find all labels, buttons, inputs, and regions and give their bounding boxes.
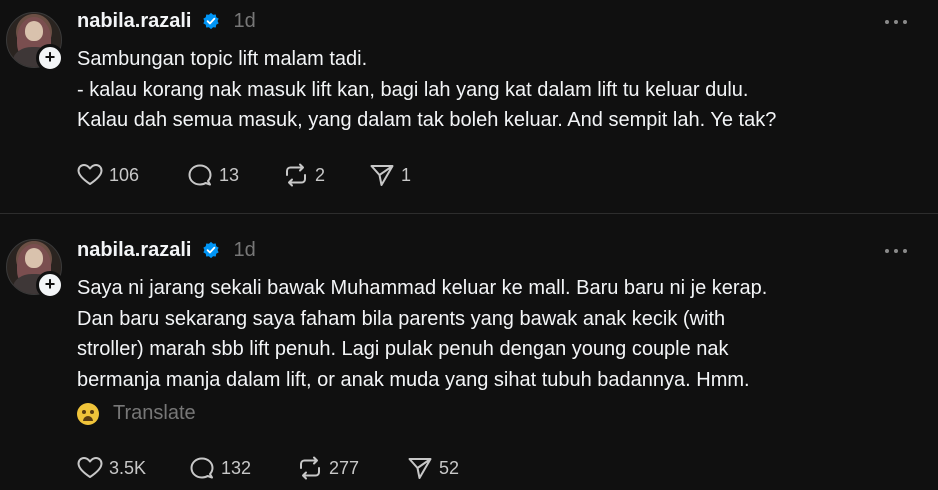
follow-plus-icon[interactable]: + bbox=[36, 44, 64, 72]
repost-icon bbox=[300, 456, 320, 480]
follow-plus-icon[interactable]: + bbox=[36, 271, 64, 299]
share-button[interactable]: 1 bbox=[369, 163, 411, 187]
post-line: Kalau dah semua masuk, yang dalam tak bo… bbox=[77, 109, 777, 131]
avatar-face bbox=[25, 248, 43, 268]
post-line: Saya ni jarang sekali bawak Muhammad kel… bbox=[77, 277, 768, 299]
comment-bubble-icon bbox=[190, 457, 214, 479]
more-options-icon[interactable] bbox=[884, 14, 908, 24]
share-send-icon bbox=[370, 165, 394, 186]
post-line: bermanja manja dalam lift, or anak muda … bbox=[77, 368, 750, 391]
more-options-icon[interactable] bbox=[884, 243, 908, 253]
post-line: Sambungan topic lift malam tadi. bbox=[77, 48, 368, 70]
comment-button[interactable]: 13 bbox=[187, 163, 283, 187]
like-count: 106 bbox=[109, 164, 140, 185]
comment-count: 132 bbox=[221, 457, 252, 478]
repost-count: 277 bbox=[329, 457, 360, 478]
post-time: 1d bbox=[233, 9, 256, 32]
post-body: Saya ni jarang sekali bawak Muhammad kel… bbox=[77, 273, 917, 395]
repost-icon bbox=[286, 163, 306, 187]
comment-button[interactable]: 132 bbox=[189, 456, 297, 480]
comment-count: 13 bbox=[219, 164, 240, 185]
username[interactable]: nabila.razali bbox=[77, 239, 192, 262]
repost-count: 2 bbox=[315, 164, 326, 185]
translate-link[interactable]: Translate bbox=[113, 402, 196, 425]
post-line: Dan baru sekarang saya faham bila parent… bbox=[77, 307, 726, 330]
post-actions: 106 13 2 1 bbox=[77, 161, 411, 189]
post-line: - kalau korang nak masuk lift kan, bagi … bbox=[77, 78, 749, 101]
heart-icon bbox=[77, 457, 103, 478]
repost-button[interactable]: 2 bbox=[283, 163, 369, 187]
like-button[interactable]: 106 bbox=[77, 163, 187, 187]
share-button[interactable]: 52 bbox=[407, 456, 459, 480]
heart-icon bbox=[77, 164, 103, 185]
post-header: nabila.razali 1d bbox=[77, 235, 256, 265]
avatar-face bbox=[25, 21, 43, 41]
post-actions: 3.5K 132 277 52 bbox=[77, 454, 459, 482]
like-count: 3.5K bbox=[109, 457, 147, 478]
comment-bubble-icon bbox=[188, 164, 212, 186]
verified-badge-icon bbox=[202, 12, 219, 30]
translate-row: Translate bbox=[77, 402, 196, 425]
username[interactable]: nabila.razali bbox=[77, 10, 192, 33]
weary-face-emoji bbox=[77, 402, 99, 425]
like-button[interactable]: 3.5K bbox=[77, 456, 189, 480]
share-count: 52 bbox=[439, 457, 460, 478]
verified-badge-icon bbox=[202, 241, 219, 259]
share-count: 1 bbox=[401, 164, 412, 185]
post-time: 1d bbox=[233, 238, 256, 261]
post-line: stroller) marah sbb lift penuh. Lagi pul… bbox=[77, 338, 729, 360]
thread-post-2: + nabila.razali 1d Saya ni jarang sekali… bbox=[0, 213, 938, 490]
post-body: Sambungan topic lift malam tadi. - kalau… bbox=[77, 44, 917, 136]
repost-button[interactable]: 277 bbox=[297, 456, 407, 480]
share-send-icon bbox=[408, 458, 432, 479]
thread-post-1: + nabila.razali 1d Sambungan topic lift … bbox=[0, 0, 938, 214]
post-header: nabila.razali 1d bbox=[77, 6, 256, 36]
